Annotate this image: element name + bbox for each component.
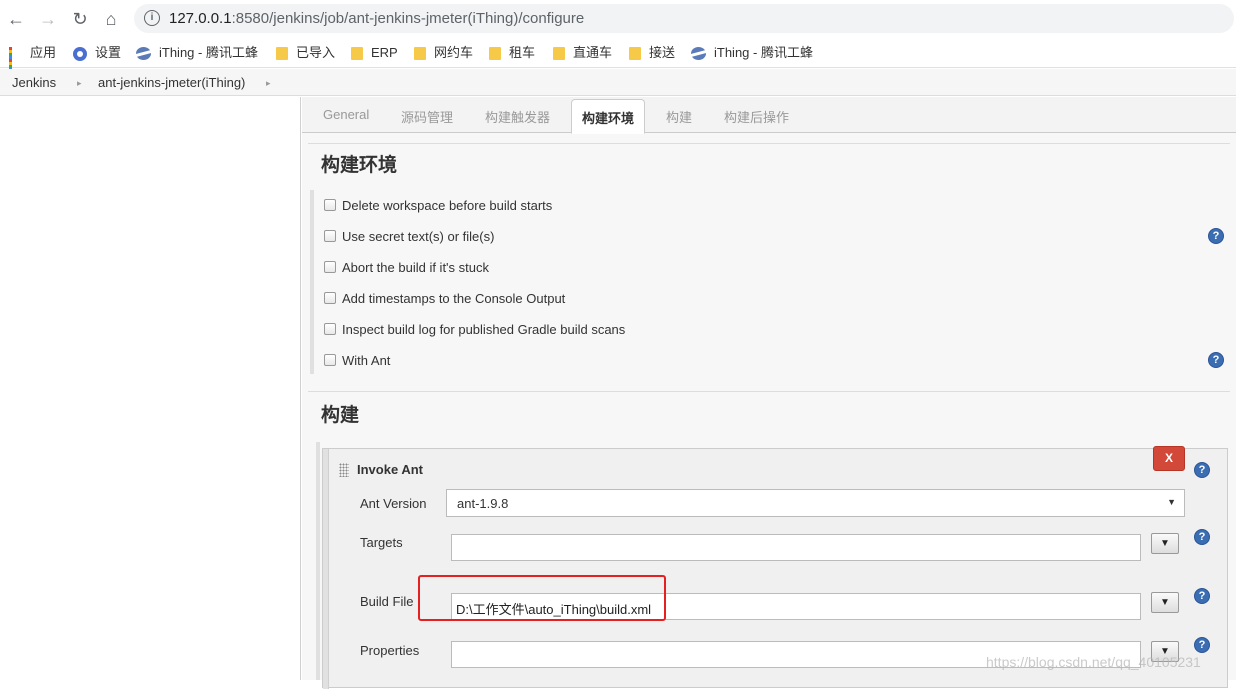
targets-label: Targets	[360, 535, 403, 550]
help-icon[interactable]: ?	[1208, 352, 1224, 368]
checkbox[interactable]	[324, 323, 336, 335]
site-icon	[691, 47, 706, 61]
help-icon[interactable]: ?	[1194, 462, 1210, 478]
section-indent-bar	[316, 442, 320, 680]
option-label: Use secret text(s) or file(s)	[342, 229, 495, 244]
tab-build[interactable]: 构建	[666, 107, 692, 126]
folder-icon	[553, 47, 565, 61]
bookmark-label: ERP	[371, 45, 398, 60]
annotation-highlight-box	[418, 575, 666, 621]
option-label: Inspect build log for published Gradle b…	[342, 322, 626, 337]
breadcrumb: Jenkins ▸ ant-jenkins-jmeter(iThing) ▸	[0, 69, 1236, 96]
folder-icon	[276, 47, 288, 61]
left-sidebar	[0, 97, 301, 680]
section-indent-bar	[310, 190, 314, 374]
bookmark-erp[interactable]: ERP	[351, 44, 398, 62]
ant-version-select[interactable]: ant-1.9.8 ▼	[446, 489, 1185, 517]
ant-version-label: Ant Version	[360, 496, 427, 511]
bookmark-express[interactable]: 直通车	[553, 44, 612, 62]
bookmark-label: 设置	[95, 45, 122, 60]
checkbox[interactable]	[324, 230, 336, 242]
expand-build-file-button[interactable]: ▼	[1151, 592, 1179, 613]
build-file-label: Build File	[360, 594, 414, 609]
section-divider	[308, 143, 1230, 144]
section-divider	[308, 391, 1230, 392]
checkbox[interactable]	[324, 199, 336, 211]
bookmark-label: 接送	[649, 45, 676, 60]
help-icon[interactable]: ?	[1194, 588, 1210, 604]
forward-arrow-icon[interactable]: →	[38, 9, 58, 29]
bookmark-label: iThing - 腾讯工蜂	[159, 45, 258, 60]
step-indent-bar	[323, 449, 329, 689]
folder-icon	[351, 47, 363, 61]
folder-icon	[489, 47, 501, 61]
bookmark-label: 应用	[30, 45, 57, 60]
properties-label: Properties	[360, 643, 420, 658]
ant-version-value: ant-1.9.8	[457, 496, 509, 511]
step-title: Invoke Ant	[357, 462, 423, 477]
address-url: 127.0.0.1:8580/jenkins/job/ant-jenkins-j…	[169, 10, 584, 27]
checkbox[interactable]	[324, 261, 336, 273]
site-icon	[136, 47, 151, 61]
help-icon[interactable]: ?	[1208, 228, 1224, 244]
bookmark-apps[interactable]: 应用	[9, 44, 57, 75]
url-path: :8580/jenkins/job/ant-jenkins-jmeter(iTh…	[231, 10, 585, 27]
tab-source-control[interactable]: 源码管理	[401, 107, 453, 126]
address-bar[interactable]: i 127.0.0.1:8580/jenkins/job/ant-jenkins…	[134, 4, 1234, 33]
tab-general[interactable]: General	[323, 107, 369, 122]
option-label: With Ant	[342, 353, 391, 368]
chevron-right-icon[interactable]: ▸	[266, 78, 271, 89]
bookmark-settings[interactable]: 设置	[73, 44, 121, 62]
reload-icon[interactable]: ↻	[70, 9, 90, 29]
option-label: Delete workspace before build starts	[342, 198, 553, 213]
site-info-icon[interactable]: i	[144, 10, 160, 26]
tab-post-build[interactable]: 构建后操作	[724, 107, 789, 126]
home-icon[interactable]: ⌂	[101, 9, 121, 29]
option-label: Abort the build if it's stuck	[342, 260, 489, 275]
breadcrumb-jenkins[interactable]: Jenkins	[12, 75, 56, 90]
tab-build-triggers[interactable]: 构建触发器	[485, 107, 550, 126]
targets-input[interactable]	[451, 534, 1141, 561]
chevron-down-icon: ▼	[1167, 497, 1176, 507]
bookmark-label: 租车	[509, 45, 536, 60]
option-label: Add timestamps to the Console Output	[342, 291, 566, 306]
back-arrow-icon[interactable]: ←	[6, 9, 26, 29]
apps-icon	[9, 47, 22, 75]
bookmark-car-rental[interactable]: 租车	[489, 44, 535, 62]
bookmark-label: 直通车	[573, 45, 613, 60]
bookmark-ithing-2[interactable]: iThing - 腾讯工蜂	[691, 44, 813, 62]
expand-targets-button[interactable]: ▼	[1151, 533, 1179, 554]
checkbox[interactable]	[324, 292, 336, 304]
browser-toolbar: ← → ↻ ⌂ i 127.0.0.1:8580/jenkins/job/ant…	[0, 0, 1236, 37]
delete-step-button[interactable]: X	[1153, 446, 1185, 471]
section-title-build: 构建	[321, 405, 360, 426]
bookmark-label: 已导入	[296, 45, 336, 60]
drag-handle-icon[interactable]	[339, 463, 349, 477]
config-tabs: General 源码管理 构建触发器 构建环境 构建 构建后操作	[302, 97, 1236, 134]
url-host: 127.0.0.1	[169, 10, 232, 27]
chevron-right-icon[interactable]: ▸	[77, 78, 82, 89]
bookmark-label: iThing - 腾讯工蜂	[714, 45, 813, 60]
checkbox[interactable]	[324, 354, 336, 366]
bookmark-ithing-1[interactable]: iThing - 腾讯工蜂	[136, 44, 258, 62]
breadcrumb-job[interactable]: ant-jenkins-jmeter(iThing)	[98, 75, 245, 90]
folder-icon	[629, 47, 641, 61]
build-step-invoke-ant: Invoke Ant X ? Ant Version ant-1.9.8 ▼ T…	[322, 446, 1228, 689]
gear-icon	[73, 46, 87, 61]
bookmark-pickup[interactable]: 接送	[629, 44, 675, 62]
tab-build-environment[interactable]: 构建环境	[571, 99, 646, 134]
bookmarks-bar: 应用 设置 iThing - 腾讯工蜂 已导入 ERP 网约车 租车 直通车 接…	[0, 37, 1236, 75]
bookmark-ride-hailing[interactable]: 网约车	[414, 44, 473, 62]
help-icon[interactable]: ?	[1194, 529, 1210, 545]
bookmark-imported[interactable]: 已导入	[276, 44, 335, 62]
bookmark-label: 网约车	[434, 45, 474, 60]
section-title-build-env: 构建环境	[321, 155, 398, 176]
help-icon[interactable]: ?	[1194, 637, 1210, 653]
watermark: https://blog.csdn.net/qq_40105231	[986, 654, 1201, 670]
folder-icon	[414, 47, 426, 61]
